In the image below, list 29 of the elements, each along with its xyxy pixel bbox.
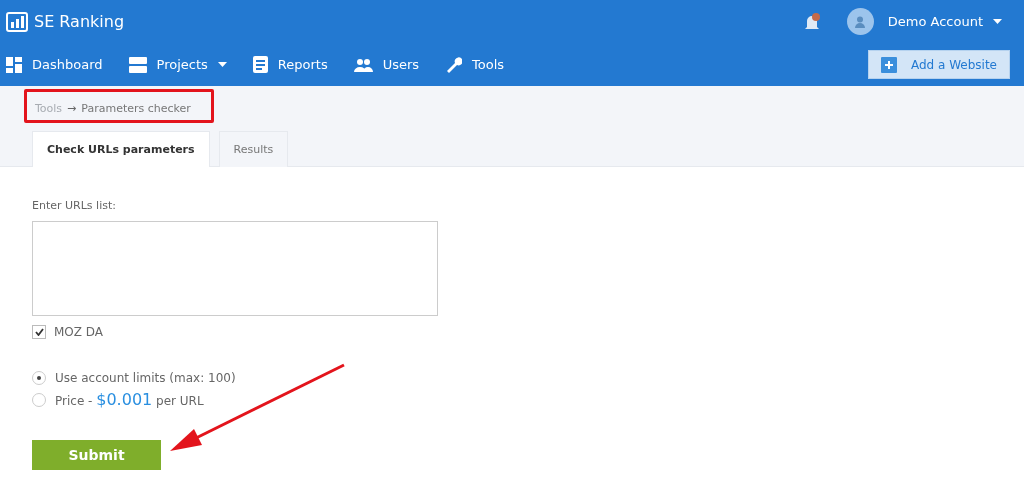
- tab[interactable]: Check URLs parameters: [32, 131, 210, 167]
- nav-item[interactable]: Tools: [445, 56, 505, 73]
- document-icon: [252, 56, 268, 73]
- checkbox-label: MOZ DA: [54, 325, 104, 339]
- caret-icon: [993, 19, 1002, 24]
- breadcrumb-link[interactable]: Parameters checker: [81, 101, 191, 115]
- dashboard-icon: [6, 56, 22, 73]
- nav-item[interactable]: Reports: [252, 56, 328, 73]
- urls-input-field[interactable]: [32, 221, 438, 316]
- server-icon: [128, 56, 147, 73]
- radio-label: Use account limits (max: 100): [55, 371, 236, 385]
- checkbox[interactable]: [32, 325, 46, 339]
- account-menu[interactable]: Demo Account: [887, 14, 1002, 29]
- person-icon: [855, 15, 866, 28]
- field-label: Enter URLs list:: [32, 199, 117, 212]
- check-icon: [34, 328, 44, 336]
- wrench-icon: [445, 56, 463, 73]
- breadcrumb-separator: →: [67, 101, 77, 115]
- nav-item[interactable]: Users: [353, 57, 420, 72]
- nav-item[interactable]: Dashboard: [6, 56, 103, 73]
- plus-icon: [880, 56, 897, 73]
- nav-item[interactable]: Projects: [128, 56, 227, 73]
- logo-text: SE Ranking: [34, 12, 125, 31]
- submit-button[interactable]: Submit: [32, 440, 161, 470]
- add-website-button[interactable]: Add a Website: [867, 50, 1010, 79]
- radio-label: Price - $0.001 per URL: [55, 390, 204, 409]
- logo-icon: [6, 11, 28, 32]
- users-icon: [353, 57, 373, 72]
- tab[interactable]: Results: [218, 131, 289, 167]
